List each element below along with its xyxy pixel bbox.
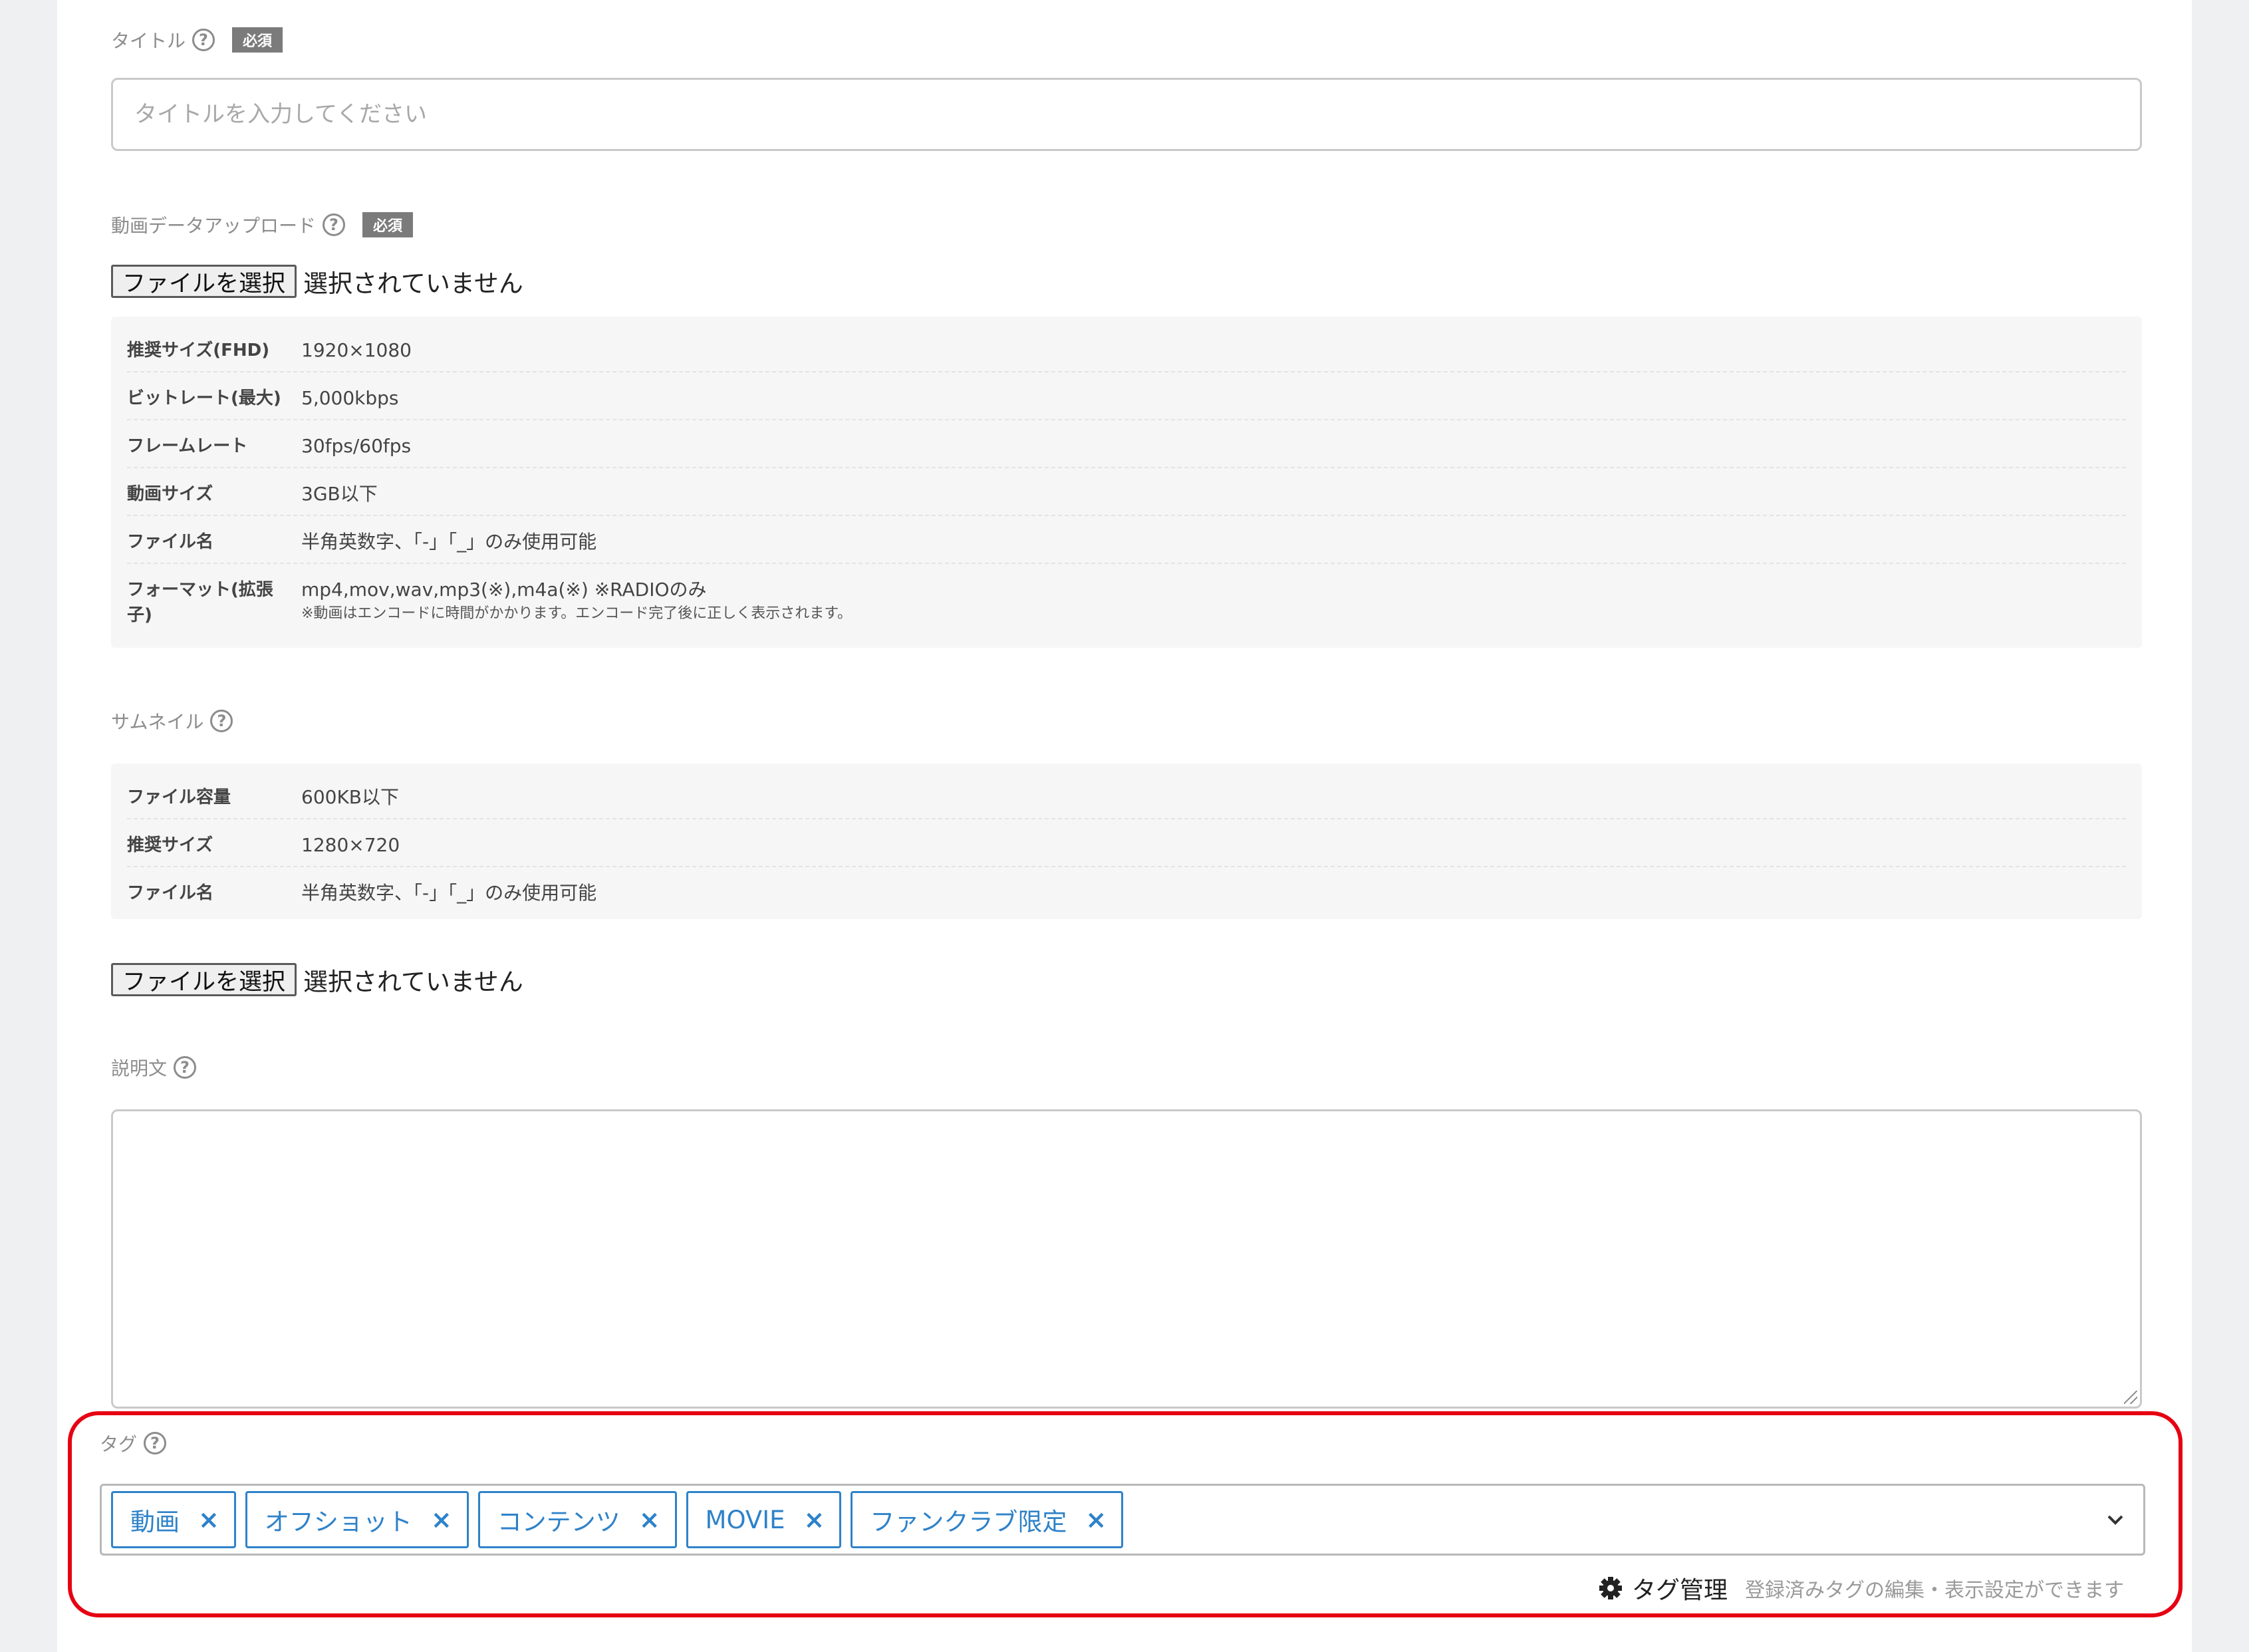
spec-value: 5,000kbps — [301, 387, 399, 409]
spec-value-group: mp4,mov,wav,mp3(※),m4a(※) ※RADIOのみ ※動画はエ… — [301, 577, 852, 625]
spec-row: ファイル名 半角英数字、「-」「_」のみ使用可能 — [127, 516, 2126, 564]
thumbnail-file-status: 選択されていません — [303, 968, 523, 996]
spec-value: 半角英数字、「-」「_」のみ使用可能 — [301, 531, 597, 553]
video-upload-label: 動画データアップロード ? 必須 — [111, 211, 414, 238]
tag-remove-icon[interactable]: × — [1085, 1505, 1107, 1534]
spec-row: ビットレート(最大) 5,000kbps — [127, 372, 2126, 420]
spec-value: 3GB以下 — [301, 483, 378, 505]
thumbnail-file-select-button[interactable]: ファイルを選択 — [111, 963, 297, 996]
tag-chip-label: オフショット — [264, 1508, 412, 1536]
spec-note: ※動画はエンコードに時間がかかります。エンコード完了後に正しく表示されます。 — [301, 605, 853, 622]
spec-row: 推奨サイズ(FHD) 1920×1080 — [127, 325, 2126, 372]
tag-chip: オフショット × — [245, 1491, 469, 1548]
title-input[interactable] — [111, 78, 2142, 151]
tag-manage-link[interactable]: タグ管理 — [1597, 1571, 1728, 1605]
tag-label: タグ ? — [100, 1430, 167, 1456]
help-icon[interactable]: ? — [144, 1432, 167, 1454]
spec-value: 1920×1080 — [301, 339, 412, 361]
chevron-down-icon[interactable] — [2102, 1506, 2129, 1533]
tag-remove-icon[interactable]: × — [431, 1505, 452, 1534]
spec-key: 推奨サイズ — [127, 835, 213, 855]
tag-chip: コンテンツ × — [477, 1491, 677, 1548]
spec-row: フレームレート 30fps/60fps — [127, 420, 2126, 468]
tag-remove-icon[interactable]: × — [639, 1505, 660, 1534]
tag-chip-label: コンテンツ — [497, 1508, 620, 1536]
tag-label-text: タグ — [100, 1433, 138, 1455]
description-textarea[interactable] — [111, 1109, 2142, 1409]
tag-remove-icon[interactable]: × — [804, 1505, 825, 1534]
spec-key: 推奨サイズ(FHD) — [127, 341, 270, 360]
required-badge: 必須 — [362, 212, 414, 237]
tag-chip: 動画 × — [111, 1491, 236, 1548]
tag-chip: ファンクラブ限定 × — [851, 1491, 1124, 1548]
help-icon[interactable]: ? — [174, 1056, 197, 1079]
spec-value: 600KB以下 — [301, 786, 400, 808]
help-icon[interactable]: ? — [323, 213, 346, 236]
spec-key: ファイル容量 — [127, 787, 231, 807]
spec-row: ファイル容量 600KB以下 — [127, 771, 2126, 819]
spec-value: 30fps/60fps — [301, 435, 412, 457]
tag-chip-label: MOVIE — [705, 1505, 785, 1534]
spec-key: フォーマット(拡張子) — [127, 580, 273, 625]
spec-value: 1280×720 — [301, 834, 400, 856]
tag-manage-label: タグ管理 — [1631, 1577, 1728, 1604]
spec-key: ファイル名 — [127, 883, 214, 903]
thumbnail-file-picker: ファイルを選択 選択されていません — [111, 962, 523, 998]
tag-chip: MOVIE × — [686, 1491, 842, 1548]
video-spec-table: 推奨サイズ(FHD) 1920×1080 ビットレート(最大) 5,000kbp… — [111, 317, 2142, 648]
required-badge: 必須 — [232, 27, 283, 53]
description-label: 説明文 ? — [111, 1054, 197, 1081]
video-file-select-button[interactable]: ファイルを選択 — [111, 265, 297, 298]
thumbnail-label: サムネイル ? — [111, 708, 233, 734]
spec-key: ファイル名 — [127, 532, 214, 552]
spec-row: フォーマット(拡張子) mp4,mov,wav,mp3(※),m4a(※) ※R… — [127, 564, 2126, 637]
thumbnail-label-text: サムネイル — [111, 711, 204, 733]
video-file-picker: ファイルを選択 選択されていません — [111, 263, 523, 299]
gear-icon — [1599, 1577, 1622, 1599]
tag-select[interactable]: 動画 × オフショット × コンテンツ × MOVIE × ファンクラブ限定 × — [100, 1484, 2145, 1556]
spec-value: 半角英数字、「-」「_」のみ使用可能 — [301, 882, 597, 904]
spec-key: ビットレート(最大) — [127, 388, 281, 408]
tag-chip-label: ファンクラブ限定 — [870, 1508, 1067, 1536]
spec-key: 動画サイズ — [127, 484, 213, 504]
video-file-status: 選択されていません — [303, 269, 523, 298]
spec-row: ファイル名 半角英数字、「-」「_」のみ使用可能 — [127, 867, 2126, 915]
spec-row: 推奨サイズ 1280×720 — [127, 819, 2126, 867]
tag-manage-row: タグ管理 登録済みタグの編集・表示設定ができます — [1597, 1571, 2124, 1605]
tag-chip-label: 動画 — [130, 1508, 180, 1536]
help-icon[interactable]: ? — [210, 710, 233, 732]
description-label-text: 説明文 — [111, 1057, 168, 1079]
help-icon[interactable]: ? — [192, 29, 215, 51]
tag-manage-description: 登録済みタグの編集・表示設定ができます — [1745, 1579, 2124, 1602]
video-upload-label-text: 動画データアップロード — [111, 215, 317, 237]
form-page: タイトル ? 必須 動画データアップロード ? 必須 ファイルを選択 選択されて… — [57, 0, 2192, 1652]
spec-row: 動画サイズ 3GB以下 — [127, 468, 2126, 516]
thumbnail-spec-table: ファイル容量 600KB以下 推奨サイズ 1280×720 ファイル名 半角英数… — [111, 763, 2142, 919]
tag-remove-icon[interactable]: × — [198, 1505, 219, 1534]
title-field-label: タイトル ? 必須 — [111, 27, 283, 53]
spec-key: フレームレート — [127, 436, 248, 456]
spec-value: mp4,mov,wav,mp3(※),m4a(※) ※RADIOのみ — [301, 579, 707, 601]
resize-handle-icon[interactable] — [2124, 1391, 2137, 1404]
title-label-text: タイトル — [111, 30, 186, 52]
